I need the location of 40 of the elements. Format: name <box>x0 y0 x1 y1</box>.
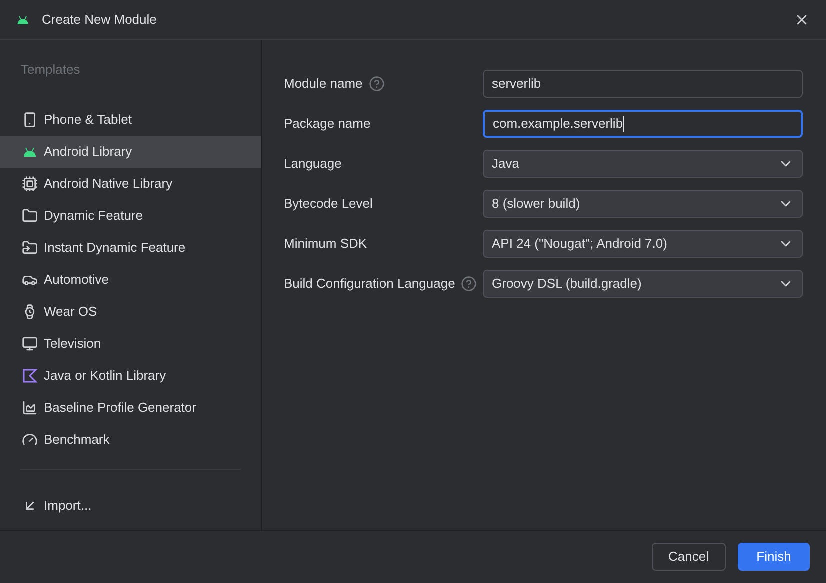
template-item[interactable]: Wear OS <box>0 296 261 328</box>
android-icon <box>16 14 30 26</box>
template-item[interactable]: Android Library <box>0 136 261 168</box>
field-label: Bytecode Level <box>284 195 373 214</box>
field-label: Package name <box>284 115 371 134</box>
monitor-icon <box>22 336 38 352</box>
dropdown[interactable]: API 24 ("Nougat"; Android 7.0) <box>483 230 803 258</box>
kotlin-icon <box>22 368 38 384</box>
dropdown[interactable]: 8 (slower build) <box>483 190 803 218</box>
text-field[interactable]: com.example.serverlib <box>483 110 803 138</box>
template-item[interactable]: Benchmark <box>0 424 261 456</box>
dropdown[interactable]: Groovy DSL (build.gradle) <box>483 270 803 298</box>
field-label: Minimum SDK <box>284 235 368 254</box>
template-item[interactable]: Baseline Profile Generator <box>0 392 261 424</box>
field-label: Language <box>284 155 342 174</box>
help-icon[interactable] <box>461 276 478 292</box>
template-item[interactable]: Instant Dynamic Feature <box>0 232 261 264</box>
folder-icon <box>22 208 38 224</box>
phone-icon <box>22 112 38 128</box>
sidebar-heading: Templates <box>20 61 82 79</box>
template-item[interactable]: Automotive <box>0 264 261 296</box>
window-title: Create New Module <box>42 10 158 29</box>
cancel-button[interactable]: Cancel <box>652 543 726 571</box>
template-item[interactable]: Dynamic Feature <box>0 200 261 232</box>
chip-icon <box>22 176 38 192</box>
finish-button[interactable]: Finish <box>738 543 810 571</box>
chart-icon <box>22 400 38 416</box>
import-item[interactable]: Import... <box>0 490 261 522</box>
text-field[interactable]: serverlib <box>483 70 803 98</box>
folder-icon <box>22 240 38 256</box>
template-item[interactable]: Android Native Library <box>0 168 261 200</box>
field-label: Build Configuration Language <box>284 275 456 294</box>
template-item[interactable]: Java or Kotlin Library <box>0 360 261 392</box>
gauge-icon <box>22 432 38 448</box>
template-item[interactable]: Phone & Tablet <box>0 104 261 136</box>
android-icon <box>22 146 38 158</box>
template-item[interactable]: Television <box>0 328 261 360</box>
field-label: Module name <box>284 75 363 94</box>
dropdown[interactable]: Java <box>483 150 803 178</box>
help-icon[interactable] <box>368 76 385 92</box>
